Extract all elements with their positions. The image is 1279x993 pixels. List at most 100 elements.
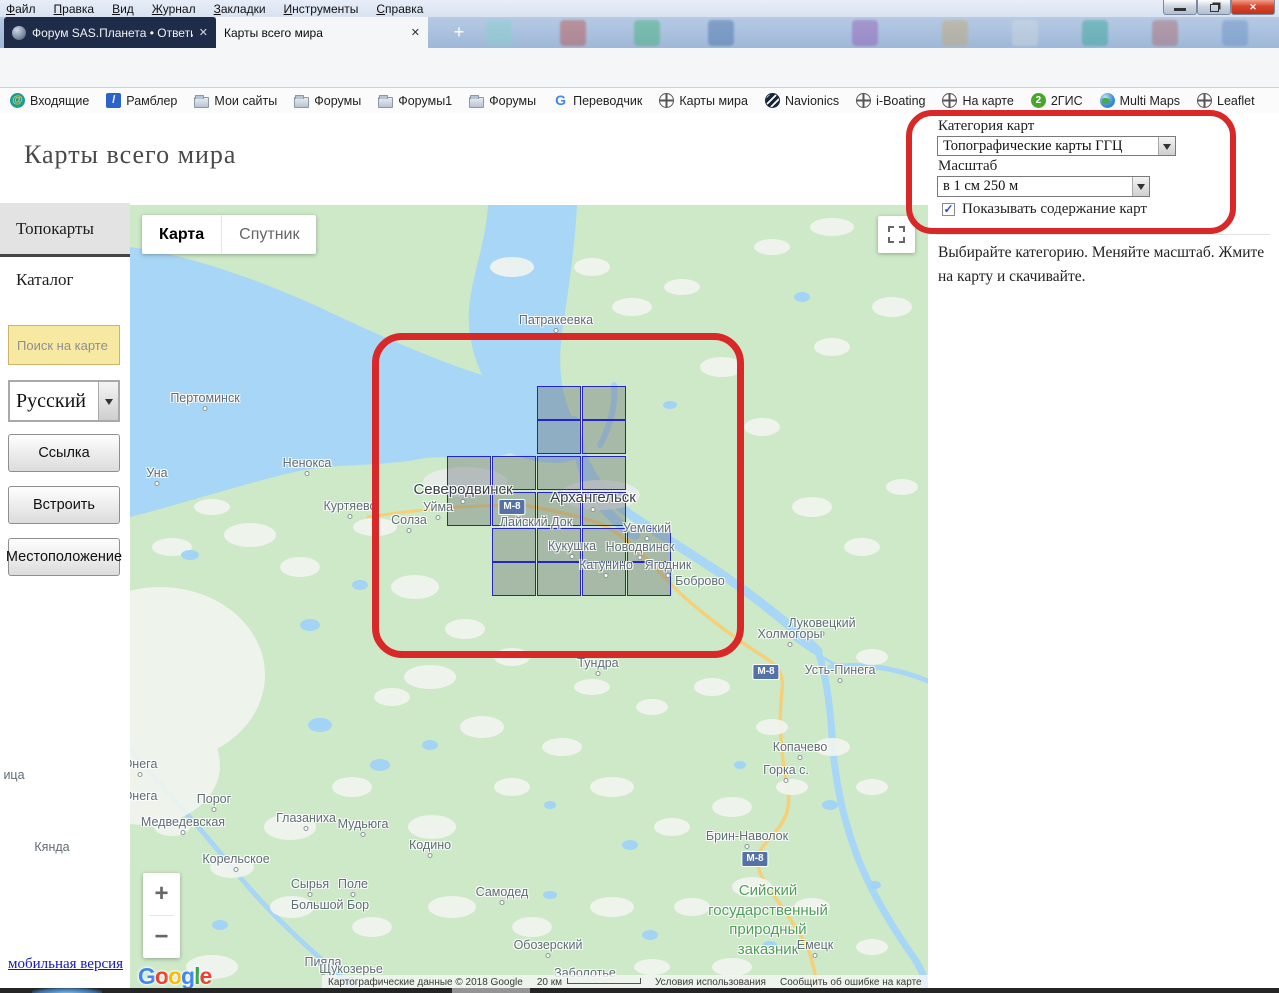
mobile-version-link[interactable]: мобильная версия [8, 956, 123, 973]
map-dot [436, 515, 441, 520]
map-search-input[interactable] [8, 325, 120, 365]
bookmark-item[interactable]: Форумы [294, 94, 361, 108]
bookmark-item[interactable]: Leaflet [1197, 93, 1255, 108]
panel-divider [936, 234, 1270, 235]
map-label: Тундра [577, 656, 618, 670]
map-scale: 20 км [537, 977, 641, 988]
browser-menubar: Файл Правка Вид Журнал Закладки Инструменты Сп… [0, 0, 1279, 17]
bookmark-item[interactable]: Multi Maps [1100, 93, 1180, 108]
tab-close-icon[interactable]: ✕ [411, 26, 420, 39]
language-select[interactable]: Русский [8, 380, 120, 422]
globe-icon [1197, 93, 1212, 108]
map-dot [570, 554, 575, 559]
menu-item-6[interactable]: Инструменты [284, 2, 359, 16]
bookmark-label: Рамблер [126, 94, 177, 108]
bookmark-label: Форумы [489, 94, 536, 108]
category-select[interactable]: Топографические карты ГГЦ [937, 136, 1176, 156]
map-overflow-label: ица [3, 768, 24, 782]
desktop-icon [634, 20, 660, 46]
menu-item-2[interactable]: Правка [54, 2, 95, 16]
bookmark-item[interactable]: @Входящие [10, 93, 89, 108]
map-tile[interactable] [582, 386, 626, 420]
category-label: Категория карт [938, 118, 1034, 135]
window-minimize-button[interactable] [1163, 0, 1197, 15]
report-error-link[interactable]: Сообщить об ошибке на карте [780, 977, 922, 988]
menu-item-4[interactable]: Журнал [152, 2, 196, 16]
desktop-icon [1222, 20, 1248, 46]
map-canvas[interactable]: ПатракеевкаПертоминскНеноксаУнаКуртяевоС… [130, 205, 928, 993]
menu-item-1[interactable]: Файл [6, 2, 36, 16]
bookmark-item[interactable]: Карты мира [659, 93, 748, 108]
map-tile[interactable] [492, 528, 536, 562]
tab-title: Форум SAS.Планета • Ответит [32, 26, 193, 40]
rambler-icon: / [106, 93, 121, 108]
sidebar-button-3[interactable]: Местоположение [8, 538, 120, 576]
earth-icon [1100, 93, 1115, 108]
map-tile[interactable] [537, 420, 581, 454]
map-scalebar [567, 978, 641, 984]
menu-item-5[interactable]: Закладки [214, 2, 266, 16]
zoom-in-button[interactable]: + [143, 873, 180, 915]
window-restore-button[interactable] [1197, 0, 1231, 15]
menu-item-3[interactable]: Вид [112, 2, 134, 16]
map-tile[interactable] [582, 420, 626, 454]
map-overflow-label: Кянда [34, 840, 69, 854]
map-label: Катунино [579, 558, 633, 572]
desktop-icon [852, 20, 878, 46]
chevron-down-icon[interactable] [1158, 137, 1175, 155]
terms-link[interactable]: Условия использования [655, 977, 766, 988]
browser-tab-2[interactable]: Карты всего мира ✕ [216, 17, 428, 48]
bookmark-item[interactable]: 22ГИС [1031, 93, 1083, 108]
bookmark-item[interactable]: Navionics [765, 93, 839, 108]
minimize-icon [1174, 8, 1186, 11]
chevron-down-icon[interactable] [98, 382, 118, 420]
map-tile[interactable] [582, 456, 626, 490]
map-tile[interactable] [537, 456, 581, 490]
chevron-down-icon[interactable] [1132, 177, 1149, 196]
map-tile[interactable] [537, 562, 581, 596]
desktop-icon [942, 20, 968, 46]
bookmark-item[interactable]: Форумы [469, 94, 536, 108]
checkbox-checked-icon[interactable]: ✓ [942, 203, 955, 216]
map-dot [638, 555, 643, 560]
bookmark-item[interactable]: Мои сайты [194, 94, 277, 108]
page-title: Карты всего мира [24, 140, 236, 170]
tab-close-icon[interactable]: ✕ [199, 26, 208, 39]
fullscreen-button[interactable] [878, 216, 915, 253]
google-logo-letter: G [138, 963, 155, 989]
scale-select[interactable]: в 1 см 250 м [937, 176, 1150, 197]
map-type-1[interactable]: Карта [142, 215, 221, 254]
browser-tab-1[interactable]: Форум SAS.Планета • Ответит ✕ [4, 17, 216, 48]
map-dot [554, 328, 559, 333]
map-dot [546, 953, 551, 958]
tab-title: Карты всего мира [224, 26, 405, 40]
bookmark-item[interactable]: / Рамблер [106, 93, 177, 108]
sidebar-button-2[interactable]: Встроить [8, 486, 120, 524]
map-dot [838, 678, 843, 683]
map-copyright: Картографические данные © 2018 Google [328, 977, 523, 988]
window-close-button[interactable]: ✕ [1231, 0, 1275, 15]
map-dot [813, 953, 818, 958]
new-tab-button[interactable]: + [446, 21, 472, 45]
map-type-2[interactable]: Спутник [221, 215, 316, 254]
road-badge-m8: М-8 [498, 499, 525, 515]
bookmark-label: Multi Maps [1120, 94, 1180, 108]
start-orb-icon[interactable] [32, 988, 102, 993]
zoom-out-button[interactable]: − [143, 916, 180, 958]
sidebar-tab-2[interactable]: Каталог [0, 260, 130, 300]
desktop-icon [708, 20, 734, 46]
sidebar-button-1[interactable]: Ссылка [8, 434, 120, 472]
bookmark-item[interactable]: На карте [942, 93, 1013, 108]
menu-item-7[interactable]: Справка [376, 2, 423, 16]
bookmark-item[interactable]: i-Boating [856, 93, 925, 108]
map-tile[interactable] [537, 386, 581, 420]
map-label: Ненокса [283, 456, 332, 470]
bookmark-item[interactable]: GПереводчик [553, 93, 642, 108]
google-logo-letter: o [168, 963, 181, 989]
bookmark-item[interactable]: Форумы1 [378, 94, 452, 108]
map-tile[interactable] [492, 562, 536, 596]
google-logo[interactable]: Google [138, 963, 211, 990]
sidebar-tab-1[interactable]: Топокарты [0, 203, 130, 257]
taskbar-item[interactable] [452, 988, 530, 993]
folder-icon [194, 97, 209, 108]
